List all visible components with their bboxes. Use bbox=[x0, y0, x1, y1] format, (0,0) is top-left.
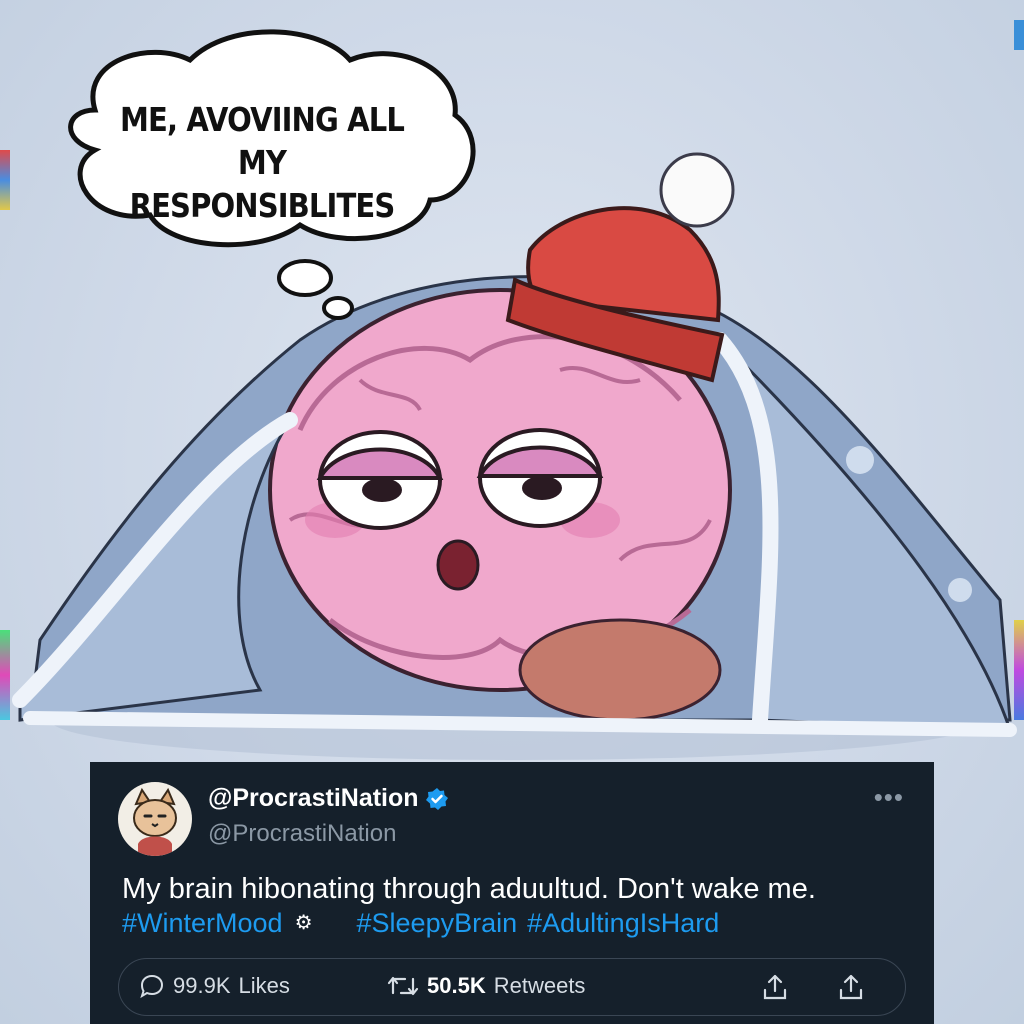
retweets-count: 50.5K bbox=[427, 973, 486, 998]
retweet-icon bbox=[387, 976, 419, 996]
verified-badge-icon bbox=[425, 787, 448, 810]
tweet-text: My brain hibonating through aduultud. Do… bbox=[122, 873, 816, 905]
hashtag-row: #WinterMood ⚙ #SleepyBrain #AdultingIsHa… bbox=[122, 906, 922, 940]
upload-button[interactable] bbox=[837, 973, 865, 1001]
likes-button[interactable]: 99.9K Likes bbox=[139, 973, 290, 999]
user-handle[interactable]: @ProcrastiNation bbox=[208, 820, 396, 848]
hashtag-sleepybrain[interactable]: #SleepyBrain bbox=[357, 906, 518, 940]
avatar[interactable] bbox=[118, 782, 192, 856]
hashtag-adultingishard[interactable]: #AdultingIsHard bbox=[527, 906, 719, 940]
tweet-actions-bar: 99.9K Likes 50.5K Retweets bbox=[118, 958, 906, 1016]
likes-label: Likes bbox=[238, 973, 290, 998]
likes-count: 99.9K bbox=[173, 973, 231, 998]
display-name[interactable]: @ProcrastiNation bbox=[208, 784, 449, 813]
comment-icon bbox=[140, 974, 164, 999]
thought-bubble-line-2: MY RESPONSIBLITES bbox=[129, 143, 396, 225]
yawning-mouth bbox=[436, 539, 480, 591]
share-button[interactable] bbox=[761, 973, 789, 1001]
more-options-button[interactable]: ••• bbox=[874, 782, 904, 813]
pom-pom bbox=[659, 152, 735, 228]
hashtag-wintermood[interactable]: #WinterMood bbox=[122, 906, 283, 940]
retweet-button[interactable]: 50.5K Retweets bbox=[387, 973, 585, 999]
retweets-label: Retweets bbox=[493, 973, 586, 998]
share-icon bbox=[763, 974, 787, 1000]
display-name-text: @ProcrastiNation bbox=[208, 784, 419, 812]
upload-icon bbox=[839, 974, 863, 1000]
cat-avatar-icon bbox=[133, 787, 177, 856]
gear-icon: ⚙ bbox=[294, 912, 313, 934]
tweet-card: @ProcrastiNation @ProcrastiNation ••• My… bbox=[90, 762, 934, 1024]
thought-bubble-text: ME, AVOVIING ALL MY RESPONSIBLITES bbox=[112, 98, 411, 227]
thought-bubble-line-1: ME, AVOVIING ALL bbox=[120, 100, 405, 139]
